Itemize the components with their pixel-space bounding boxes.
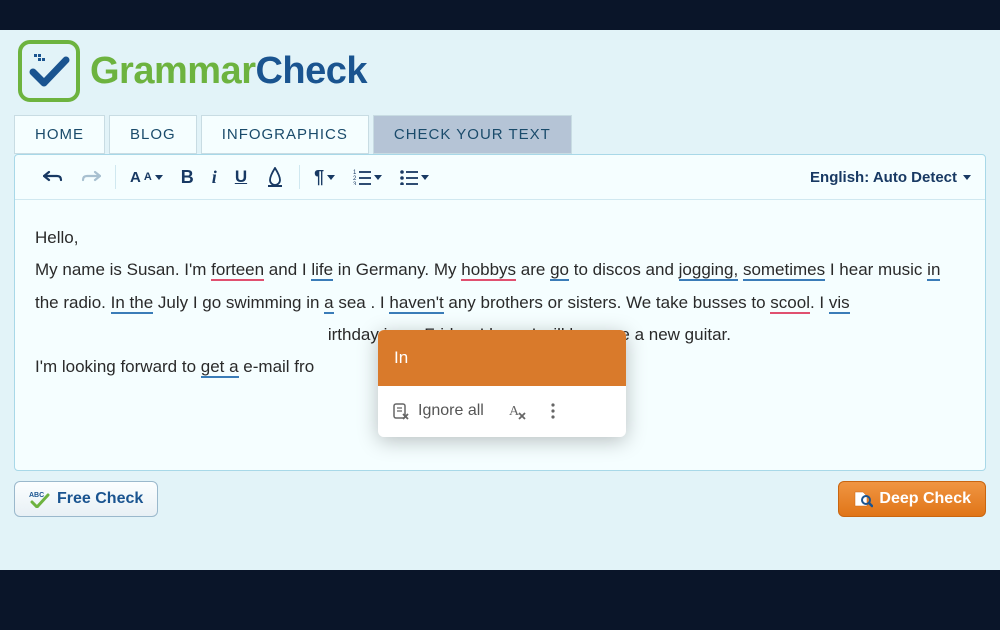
delete-rule-button[interactable]: A	[508, 402, 526, 420]
suggestion-text[interactable]: In	[378, 330, 626, 386]
error-in-the[interactable]: In the	[111, 293, 154, 314]
header: GrammarCheck	[0, 30, 1000, 107]
paragraph-button[interactable]: ¶	[314, 167, 335, 188]
nav-infographics[interactable]: INFOGRAPHICS	[201, 115, 369, 154]
error-vis[interactable]: vis	[829, 293, 850, 314]
error-jogging[interactable]: jogging,	[679, 260, 739, 281]
text-color-button[interactable]	[265, 167, 285, 187]
kebab-icon	[550, 402, 556, 420]
nav-home[interactable]: HOME	[14, 115, 105, 154]
error-hobbys[interactable]: hobbys	[461, 260, 516, 281]
italic-button[interactable]: i	[212, 167, 217, 187]
footer: ABC Free Check Deep Check	[0, 471, 1000, 527]
language-selector[interactable]: English: Auto Detect	[810, 169, 971, 186]
error-sometimes[interactable]: sometimes	[743, 260, 825, 281]
font-size-button[interactable]: AA	[130, 169, 163, 186]
nav-blog[interactable]: BLOG	[109, 115, 197, 154]
more-options-button[interactable]	[550, 402, 556, 420]
main-nav: HOME BLOG INFOGRAPHICS CHECK YOUR TEXT	[14, 115, 1000, 154]
font-x-icon: A	[508, 402, 526, 420]
error-in-radio[interactable]: in	[927, 260, 940, 281]
free-check-button[interactable]: ABC Free Check	[14, 481, 158, 517]
error-a-sea[interactable]: a	[324, 293, 333, 314]
nav-check-text[interactable]: CHECK YOUR TEXT	[373, 115, 572, 154]
suggestion-popup: In Ignore all A	[378, 330, 626, 437]
text-editor-content[interactable]: Hello, My name is Susan. I'm forteen and…	[15, 200, 985, 470]
toolbar: AA B i U ¶ 123	[15, 155, 985, 200]
bottom-bar	[0, 570, 1000, 600]
brand-name: GrammarCheck	[90, 50, 367, 93]
svg-text:ABC: ABC	[29, 492, 44, 499]
bullet-list-button[interactable]	[400, 169, 429, 185]
ignore-icon	[392, 402, 410, 420]
editor: AA B i U ¶ 123	[14, 154, 986, 471]
undo-button[interactable]	[43, 167, 63, 187]
error-life[interactable]: life	[311, 260, 333, 281]
ignore-all-button[interactable]: Ignore all	[392, 396, 484, 426]
underline-button[interactable]: U	[235, 167, 247, 187]
page-container: GrammarCheck HOME BLOG INFOGRAPHICS CHEC…	[0, 30, 1000, 570]
error-scool[interactable]: scool	[770, 293, 810, 314]
redo-button[interactable]	[81, 167, 101, 187]
numbered-list-button[interactable]: 123	[353, 169, 382, 185]
error-havent[interactable]: haven't	[389, 293, 443, 314]
error-go[interactable]: go	[550, 260, 569, 281]
svg-text:3: 3	[353, 182, 357, 185]
error-forteen[interactable]: forteen	[211, 260, 264, 281]
abc-check-icon: ABC	[29, 490, 51, 508]
logo-icon	[18, 40, 80, 102]
deep-check-button[interactable]: Deep Check	[838, 481, 986, 517]
bold-button[interactable]: B	[181, 167, 194, 187]
svg-text:A: A	[509, 404, 520, 419]
magnify-doc-icon	[853, 490, 873, 508]
error-get-a[interactable]: get a	[201, 357, 239, 378]
